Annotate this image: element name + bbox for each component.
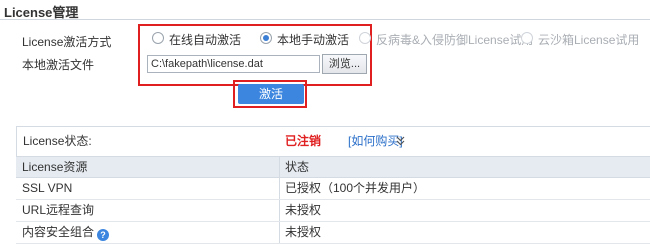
help-icon[interactable]: ? xyxy=(97,229,110,241)
double-chevron-down-icon[interactable] xyxy=(396,131,405,152)
resource-table-header: License资源 状态 xyxy=(16,156,650,178)
column-divider xyxy=(279,157,280,177)
activation-method-label: License激活方式 xyxy=(22,35,112,49)
option-online-activation-label[interactable]: 在线自动激活 xyxy=(169,31,241,48)
license-status-row: License状态: 已注销 [如何购买] xyxy=(16,127,650,154)
option-local-manual-activation-label[interactable]: 本地手动激活 xyxy=(277,31,349,48)
resource-status: 未授权 xyxy=(285,225,322,239)
how-to-buy-link[interactable]: [如何购买] xyxy=(348,131,403,152)
license-status-label: License状态: xyxy=(23,134,92,148)
table-row: URL远程查询 未授权 xyxy=(16,200,650,222)
column-divider xyxy=(279,222,280,243)
resource-name-cell: 内容安全组合? xyxy=(22,222,110,243)
radio-antivirus-ips-trial[interactable] xyxy=(359,32,371,44)
local-file-label: 本地激活文件 xyxy=(22,58,95,72)
option-antivirus-ips-trial-label[interactable]: 反病毒&入侵防御License试用 xyxy=(376,31,533,48)
resource-status: 已授权（100个并发用户） xyxy=(285,181,426,195)
column-divider xyxy=(279,178,280,199)
browse-button[interactable]: 浏览... xyxy=(322,54,367,74)
resource-name: SSL VPN xyxy=(22,181,73,195)
table-row: 内容安全组合? 未授权 xyxy=(16,222,650,244)
license-file-input[interactable]: C:\fakepath\license.dat xyxy=(147,55,320,73)
header-status: 状态 xyxy=(285,160,310,174)
resource-name: URL远程查询 xyxy=(22,203,95,217)
resource-name: 内容安全组合 xyxy=(22,225,95,239)
license-status-value: 已注销 xyxy=(285,134,322,148)
option-cloud-sandbox-trial-label[interactable]: 云沙箱License试用 xyxy=(538,31,639,48)
activate-button[interactable]: 激活 xyxy=(238,84,304,104)
column-divider xyxy=(279,200,280,221)
title-divider xyxy=(0,19,650,20)
table-row: SSL VPN 已授权（100个并发用户） xyxy=(16,178,650,200)
resource-status: 未授权 xyxy=(285,203,322,217)
radio-online-activation[interactable] xyxy=(152,32,164,44)
header-resource: License资源 xyxy=(22,160,88,174)
radio-local-manual-activation[interactable] xyxy=(260,32,272,44)
radio-cloud-sandbox-trial[interactable] xyxy=(521,32,533,44)
